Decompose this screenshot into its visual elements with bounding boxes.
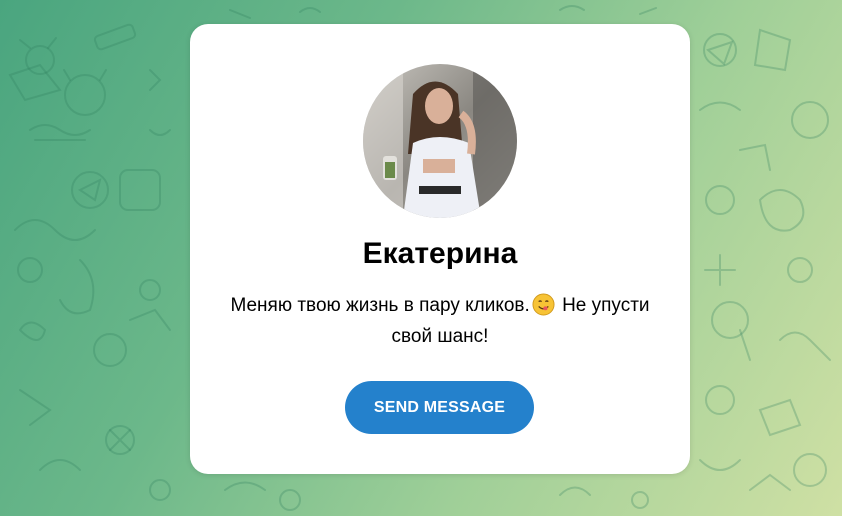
profile-bio: Меняю твою жизнь в пару кликов. Не упуст…	[210, 290, 670, 352]
send-message-button[interactable]: SEND MESSAGE	[345, 381, 534, 434]
profile-avatar	[363, 64, 517, 218]
face-savoring-food-emoji	[532, 293, 555, 316]
profile-name: Екатерина	[362, 237, 518, 270]
bio-text-start: Меняю твою жизнь в пару кликов.	[230, 295, 530, 316]
profile-card: Екатерина Меняю твою жизнь в пару кликов…	[190, 24, 690, 474]
